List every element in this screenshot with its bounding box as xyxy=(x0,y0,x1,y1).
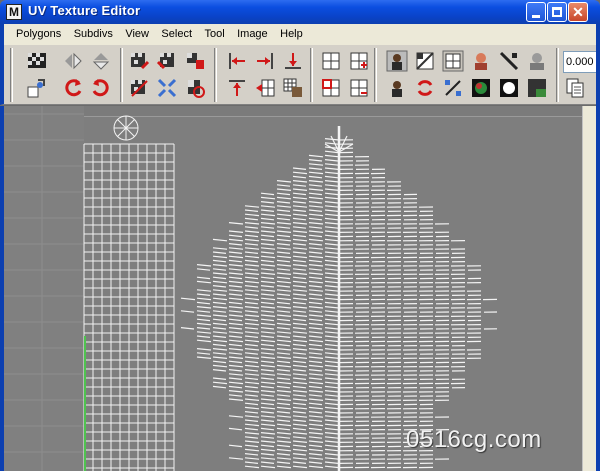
move-left-grid-icon[interactable] xyxy=(254,77,276,99)
person-icon[interactable] xyxy=(526,50,548,72)
rotate-ccw-icon[interactable] xyxy=(156,50,178,72)
lasso-icon[interactable] xyxy=(26,77,48,99)
unfold-icon[interactable] xyxy=(156,77,178,99)
uv-circle-shell xyxy=(113,115,139,141)
texture-borders-icon[interactable] xyxy=(442,50,464,72)
sew-uv-icon[interactable] xyxy=(128,77,150,99)
close-button[interactable]: ✕ xyxy=(568,2,588,22)
value-field[interactable]: 0.000 xyxy=(563,51,600,73)
toolbar: 0.000 xyxy=(0,45,600,105)
uv-grid-shell xyxy=(83,143,175,471)
maximize-icon xyxy=(552,7,562,17)
grid-add-icon[interactable] xyxy=(348,50,370,72)
toolbar-separator xyxy=(374,48,377,102)
toolbar-separator xyxy=(556,48,559,102)
menu-tool[interactable]: Tool xyxy=(200,24,228,45)
undo-red-icon[interactable] xyxy=(62,77,84,99)
uv-leaf-shell xyxy=(180,126,498,471)
color-icon[interactable] xyxy=(470,77,492,99)
minimize-button[interactable] xyxy=(526,2,546,22)
menu-view[interactable]: View xyxy=(121,24,153,45)
redo-red-icon[interactable] xyxy=(90,77,112,99)
dim-image-icon[interactable] xyxy=(470,50,492,72)
toolbar-separator xyxy=(120,48,123,102)
person-select-icon[interactable] xyxy=(386,77,408,99)
toolbar-separator xyxy=(310,48,313,102)
move-up-icon[interactable] xyxy=(226,77,248,99)
copy-icon[interactable] xyxy=(564,77,586,99)
grid-frame-icon[interactable] xyxy=(320,77,342,99)
app-icon: M xyxy=(6,4,22,20)
rotate-cw-icon[interactable] xyxy=(128,50,150,72)
menu-subdivs[interactable]: Subdivs xyxy=(70,24,117,45)
move-left-icon[interactable] xyxy=(226,50,248,72)
maximize-button[interactable] xyxy=(547,2,567,22)
v-axis-line xyxy=(84,336,86,471)
ped-icon[interactable] xyxy=(526,77,548,99)
uv-shell-icon[interactable] xyxy=(414,50,436,72)
grid-minus-icon[interactable] xyxy=(348,77,370,99)
flip-v-icon[interactable] xyxy=(90,50,112,72)
move-down-icon[interactable] xyxy=(282,50,304,72)
toolbar-separator xyxy=(214,48,217,102)
toolbar-separator xyxy=(10,48,13,102)
menu-help[interactable]: Help xyxy=(276,24,307,45)
menu-bar: Polygons Subdivs View Select Tool Image … xyxy=(0,24,600,45)
grid-icon[interactable] xyxy=(320,50,342,72)
vertical-scrollbar[interactable] xyxy=(582,106,596,471)
snap-icon[interactable] xyxy=(498,50,520,72)
window-title: UV Texture Editor xyxy=(28,3,141,18)
flip-u-icon[interactable] xyxy=(62,50,84,72)
circle-icon[interactable] xyxy=(498,77,520,99)
watermark: 0516cg.com xyxy=(406,426,542,453)
checker-icon[interactable] xyxy=(26,50,48,72)
cut-uv-icon[interactable] xyxy=(184,50,206,72)
menu-image[interactable]: Image xyxy=(233,24,272,45)
relax-icon[interactable] xyxy=(184,77,206,99)
menu-polygons[interactable]: Polygons xyxy=(12,24,65,45)
uv-viewport[interactable] xyxy=(4,106,582,471)
close-icon: ✕ xyxy=(572,4,584,20)
window-border-right xyxy=(596,45,600,471)
menu-select[interactable]: Select xyxy=(157,24,196,45)
layout-icon[interactable] xyxy=(282,77,304,99)
minimize-icon xyxy=(532,15,540,18)
percent-icon[interactable] xyxy=(442,77,464,99)
cycle-icon[interactable] xyxy=(414,77,436,99)
isolate-select-icon[interactable] xyxy=(386,50,408,72)
uv-mesh-canvas[interactable] xyxy=(4,106,582,471)
title-bar[interactable]: M UV Texture Editor ✕ xyxy=(0,0,600,24)
move-right-icon[interactable] xyxy=(254,50,276,72)
